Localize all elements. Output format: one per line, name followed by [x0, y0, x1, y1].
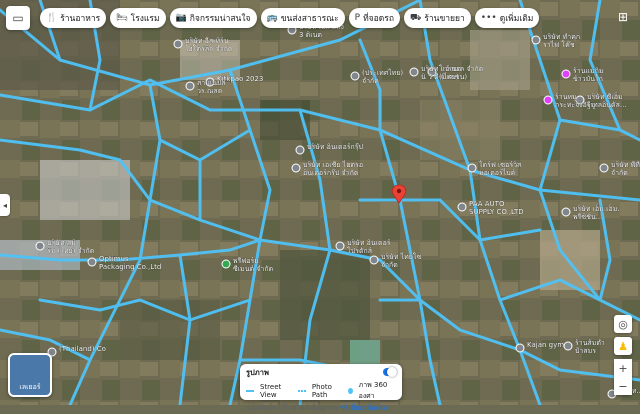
place-marker[interactable] — [467, 163, 477, 173]
place-marker[interactable] — [295, 145, 305, 155]
chip-restaurant[interactable]: 🍴 ร้านอาหาร — [40, 8, 107, 28]
chip-label: ที่จอดรถ — [363, 14, 394, 24]
place-marker[interactable] — [185, 81, 195, 91]
layers-button[interactable]: เลเยอร์ — [8, 353, 52, 397]
chip-hotel[interactable]: 🛏 โรงแรม — [110, 8, 166, 28]
parking-icon: P — [354, 12, 361, 23]
place-marker[interactable] — [35, 241, 45, 251]
place-label[interactable]: Kajan gym — [527, 341, 565, 349]
menu-icon: ▭ — [12, 11, 24, 25]
place-label[interactable]: บริษัท อินเตอร์กรุ๊ป — [307, 143, 364, 151]
zoom-in-button[interactable]: + — [614, 359, 632, 377]
place-marker[interactable] — [291, 163, 301, 173]
collapse-panel-button[interactable]: ◂ — [0, 194, 10, 216]
legend-photo-path: Photo Path — [311, 383, 332, 399]
place-label[interactable]: ร้านแม่กิมข้าวมันไก่ — [573, 67, 604, 83]
chip-label: ร้านขายยา — [424, 14, 465, 24]
chip-label: โรงแรม — [130, 14, 160, 24]
more-icon: ••• — [480, 12, 497, 23]
my-location-button[interactable]: ◎ — [614, 315, 632, 333]
place-marker[interactable] — [543, 95, 553, 105]
photo-360-swatch — [347, 388, 353, 394]
chip-camera[interactable]: 📷 กิจกรรมน่าสนใจ — [169, 8, 257, 28]
place-marker[interactable] — [87, 257, 97, 267]
chip-label: ดูเพิ่มเติม — [499, 14, 534, 24]
pharmacy-icon: ⛟ — [410, 12, 422, 23]
camera-icon: 📷 — [175, 12, 187, 23]
chip-label: ขนส่งสาธารณะ — [280, 14, 339, 24]
place-marker[interactable] — [221, 259, 231, 269]
layers-label: เลเยอร์ — [19, 383, 41, 391]
chip-more[interactable]: ••• ดูเพิ่มเติม — [474, 8, 540, 28]
photo-path-swatch — [297, 390, 306, 392]
pegman-button[interactable]: ♟ — [614, 337, 632, 355]
legend-note-text: ฉลักที่แท็กไว้ไวสไตล์เพื่อดูภาพ — [246, 404, 338, 412]
place-marker[interactable] — [369, 255, 379, 265]
place-marker[interactable] — [561, 69, 571, 79]
apps-grid-icon: ⊞ — [617, 10, 629, 24]
chevron-left-icon: ◂ — [2, 200, 7, 210]
legend-note-link[interactable]: พรีเมี่ยมเพิ่มเติม — [340, 404, 387, 412]
chip-label: กิจกรรมน่าสนใจ — [189, 14, 251, 24]
place-label[interactable]: (Thailand) Co — [59, 345, 106, 353]
plus-icon: + — [618, 361, 628, 375]
place-marker[interactable] — [173, 39, 183, 49]
pegman-icon: ♟ — [618, 339, 628, 353]
chip-bus[interactable]: 🚌 ขนส่งสาธารณะ — [260, 8, 345, 28]
minus-icon: − — [618, 379, 628, 393]
place-marker[interactable] — [561, 207, 571, 217]
category-chip-bar: 🍴 ร้านอาหาร 🛏 โรงแรม 📷 กิจกรรมน่าสนใจ 🚌 ขนส่งสา… — [40, 8, 540, 28]
place-label[interactable]: บริษัท เอเชีย ไฮดรออินเตอร์กรุ๊ป จำกัด — [303, 160, 363, 177]
satellite-map[interactable]: บริษัท เอส แสง3 ดิเนตบริษัท อีสเทิร์นไฮโ… — [0, 0, 640, 405]
chip-label: ร้านอาหาร — [60, 14, 101, 24]
zoom-controls: + − — [614, 359, 632, 395]
place-label[interactable]: บริษัท อีสเทิร์นไฮโดรลิก จำกัด — [184, 37, 233, 53]
place-label[interactable]: บริษัท แอ้เซตนิ วี ดี (ไทย) — [421, 65, 462, 81]
chip-pharmacy[interactable]: ⛟ ร้านขายยา — [404, 8, 471, 28]
place-label[interactable]: บริษัท ทำคุกราไฟ โค๊ช — [543, 33, 580, 49]
apps-button[interactable]: ⊞ — [614, 8, 632, 26]
photo-legend-panel: รูปภาพ Street View Photo Path ภาพ 360 อง… — [240, 364, 402, 412]
place-marker[interactable] — [350, 71, 360, 81]
place-marker[interactable] — [335, 241, 345, 251]
restaurant-icon: 🍴 — [46, 12, 58, 23]
street-view-swatch — [246, 390, 254, 392]
place-label[interactable]: สามเนยสวร.ณลต — [197, 79, 226, 95]
place-marker[interactable] — [531, 35, 541, 45]
place-marker[interactable] — [563, 341, 573, 351]
hotel-icon: 🛏 — [116, 12, 128, 23]
place-marker[interactable] — [409, 67, 419, 77]
legend-street-view: Street View — [259, 383, 282, 399]
map-controls: ◎ ♟ + − — [614, 315, 632, 395]
legend-photo-360: ภาพ 360 องศา — [358, 381, 388, 400]
legend-title: รูปภาพ — [246, 368, 269, 377]
zoom-out-button[interactable]: − — [614, 377, 632, 395]
menu-button[interactable]: ▭ — [6, 6, 30, 30]
place-marker[interactable] — [457, 202, 467, 212]
photo-layer-toggle[interactable] — [383, 367, 397, 377]
place-marker[interactable] — [515, 343, 525, 353]
place-marker[interactable] — [599, 163, 609, 173]
my-location-icon: ◎ — [618, 317, 628, 331]
chip-parking[interactable]: P ที่จอดรถ — [348, 8, 400, 28]
bus-icon: 🚌 — [266, 12, 278, 23]
